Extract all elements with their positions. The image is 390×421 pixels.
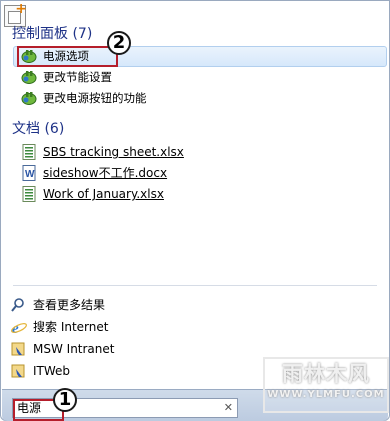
excel-file-icon bbox=[22, 186, 36, 202]
start-menu-search-results: + 控制面板 (7) 电源选项 2 更改节能设置 更改电源按钮的功能 文档 (6… bbox=[0, 0, 390, 421]
search-icon bbox=[11, 298, 24, 312]
msw-intranet-link[interactable]: MSW Intranet bbox=[10, 339, 340, 359]
sharepoint-icon bbox=[11, 364, 25, 378]
result-label: 更改电源按钮的功能 bbox=[43, 91, 147, 105]
result-sideshow-docx[interactable]: W sideshow不工作.docx bbox=[20, 163, 350, 183]
power-options-icon bbox=[21, 92, 37, 105]
divider bbox=[13, 285, 377, 286]
documents-group-header[interactable]: 文档 (6) bbox=[12, 118, 64, 138]
clear-search-icon[interactable]: ✕ bbox=[224, 399, 233, 417]
result-sbs-tracking-sheet[interactable]: SBS tracking sheet.xlsx bbox=[20, 142, 350, 162]
power-options-icon bbox=[21, 71, 37, 84]
watermark-url: WWW.YLMFU.COM bbox=[267, 389, 385, 400]
word-file-icon: W bbox=[22, 165, 36, 181]
svg-text:W: W bbox=[25, 169, 35, 180]
watermark-logo: 雨林木风 WWW.YLMFU.COM bbox=[263, 357, 389, 413]
step-1-callout: 1 bbox=[53, 388, 77, 412]
search-internet-link[interactable]: e 搜索 Internet bbox=[10, 317, 340, 337]
step-2-callout: 2 bbox=[107, 31, 131, 55]
result-work-of-january[interactable]: Work of January.xlsx bbox=[20, 184, 350, 204]
link-label: 搜索 Internet bbox=[33, 320, 109, 334]
result-label: 更改节能设置 bbox=[43, 70, 112, 84]
excel-file-icon bbox=[22, 144, 36, 160]
result-change-power-button-function[interactable]: 更改电源按钮的功能 bbox=[20, 88, 350, 108]
link-label: ITWeb bbox=[33, 364, 71, 378]
step-2-highlight-box bbox=[17, 46, 118, 67]
internet-explorer-icon: e bbox=[11, 321, 27, 335]
see-more-results-link[interactable]: 查看更多结果 bbox=[10, 295, 340, 315]
link-label: 查看更多结果 bbox=[33, 298, 106, 312]
watermark-text: 雨林木风 bbox=[282, 362, 370, 386]
result-label: SBS tracking sheet.xlsx bbox=[43, 145, 184, 159]
result-label: sideshow不工作.docx bbox=[43, 166, 168, 180]
sharepoint-icon bbox=[11, 342, 25, 356]
result-label: Work of January.xlsx bbox=[43, 187, 164, 201]
link-label: MSW Intranet bbox=[33, 342, 115, 356]
control-panel-group-header[interactable]: 控制面板 (7) bbox=[12, 23, 92, 43]
result-change-power-saving-settings[interactable]: 更改节能设置 bbox=[20, 67, 350, 87]
